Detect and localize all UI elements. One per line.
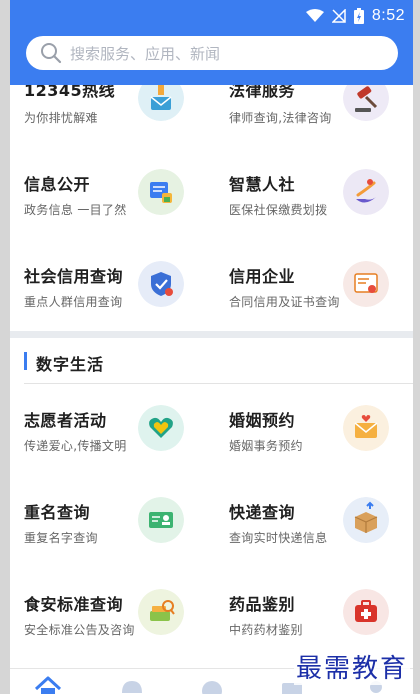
gavel-icon xyxy=(343,85,389,121)
service-title: 药品鉴别 xyxy=(229,595,296,614)
watermark: 最需教育 xyxy=(294,648,411,685)
service-item-hotline[interactable]: 12345热线 为你排忧解难 xyxy=(10,85,210,155)
service-title: 智慧人社 xyxy=(229,175,296,194)
status-bar: 8:52 xyxy=(10,0,413,32)
header: 8:52 搜索服务、应用、新闻 xyxy=(10,0,413,85)
service-nav-icon[interactable] xyxy=(118,675,146,694)
heart-hands-icon xyxy=(138,405,184,451)
certificate-icon xyxy=(343,261,389,307)
swirl-icon xyxy=(343,169,389,215)
section-divider xyxy=(10,331,413,338)
app-screen: 8:52 搜索服务、应用、新闻 12345热线 为你排忧解难 法律服务 律师查询… xyxy=(0,0,420,694)
wifi-icon xyxy=(305,9,324,22)
service-title: 婚姻预约 xyxy=(229,411,296,430)
service-item-volunteer[interactable]: 志愿者活动 传递爱心,传播文明 xyxy=(10,391,210,477)
signal-icon xyxy=(331,9,346,23)
service-title: 重名查询 xyxy=(24,503,91,522)
service-item-credit-query[interactable]: 社会信用查询 重点人群信用查询 xyxy=(10,247,210,333)
chat-nav-icon[interactable] xyxy=(198,675,226,694)
medicine-box-icon xyxy=(343,589,389,635)
left-border xyxy=(0,0,10,694)
section-title: 数字生活 xyxy=(36,355,105,374)
service-subtitle: 政务信息 一目了然 xyxy=(24,203,127,217)
service-item-credit-company[interactable]: 信用企业 合同信用及证书查询 xyxy=(215,247,413,333)
service-subtitle: 中药药材鉴别 xyxy=(229,623,303,637)
service-title: 信用企业 xyxy=(229,267,296,286)
service-item-name-query[interactable]: 重名查询 重复名字查询 xyxy=(10,483,210,569)
search-input[interactable]: 搜索服务、应用、新闻 xyxy=(70,43,220,64)
package-icon xyxy=(343,497,389,543)
clock: 8:52 xyxy=(371,7,405,24)
service-title: 12345热线 xyxy=(24,85,116,100)
service-subtitle: 安全标准公告及咨询 xyxy=(24,623,135,637)
service-subtitle: 合同信用及证书查询 xyxy=(229,295,340,309)
service-title: 社会信用查询 xyxy=(24,267,124,286)
service-item-marriage[interactable]: 婚姻预约 婚姻事务预约 xyxy=(215,391,413,477)
service-subtitle: 查询实时快递信息 xyxy=(229,531,328,545)
section-accent xyxy=(24,352,27,370)
service-title: 信息公开 xyxy=(24,175,91,194)
service-title: 志愿者活动 xyxy=(24,411,107,430)
service-subtitle: 为你排忧解难 xyxy=(24,111,98,125)
section-hairline xyxy=(24,383,413,384)
food-search-icon xyxy=(138,589,184,635)
service-item-info-open[interactable]: 信息公开 政务信息 一目了然 xyxy=(10,155,210,241)
document-icon xyxy=(138,169,184,215)
service-title: 法律服务 xyxy=(229,85,296,100)
service-subtitle: 传递爱心,传播文明 xyxy=(24,439,127,453)
service-item-social-security[interactable]: 智慧人社 医保社保缴费划拨 xyxy=(215,155,413,241)
battery-icon xyxy=(353,8,364,24)
service-subtitle: 律师查询,法律咨询 xyxy=(229,111,332,125)
service-title: 食安标准查询 xyxy=(24,595,124,614)
service-item-express[interactable]: 快递查询 查询实时快递信息 xyxy=(215,483,413,569)
envelope-heart-icon xyxy=(343,405,389,451)
home-icon[interactable] xyxy=(34,675,62,694)
service-subtitle: 重点人群信用查询 xyxy=(24,295,123,309)
shield-icon xyxy=(138,261,184,307)
service-list: 12345热线 为你排忧解难 法律服务 律师查询,法律咨询 信息公开 政务信息 … xyxy=(10,85,413,694)
mailbox-icon xyxy=(138,85,184,121)
service-subtitle: 重复名字查询 xyxy=(24,531,98,545)
search-icon xyxy=(41,43,62,64)
service-title: 快递查询 xyxy=(229,503,296,522)
service-subtitle: 婚姻事务预约 xyxy=(229,439,303,453)
service-item-legal[interactable]: 法律服务 律师查询,法律咨询 xyxy=(215,85,413,155)
right-border xyxy=(413,0,420,694)
id-card-icon xyxy=(138,497,184,543)
service-subtitle: 医保社保缴费划拨 xyxy=(229,203,328,217)
service-item-food-safety[interactable]: 食安标准查询 安全标准公告及咨询 xyxy=(10,575,210,661)
search-bar[interactable]: 搜索服务、应用、新闻 xyxy=(26,36,398,70)
